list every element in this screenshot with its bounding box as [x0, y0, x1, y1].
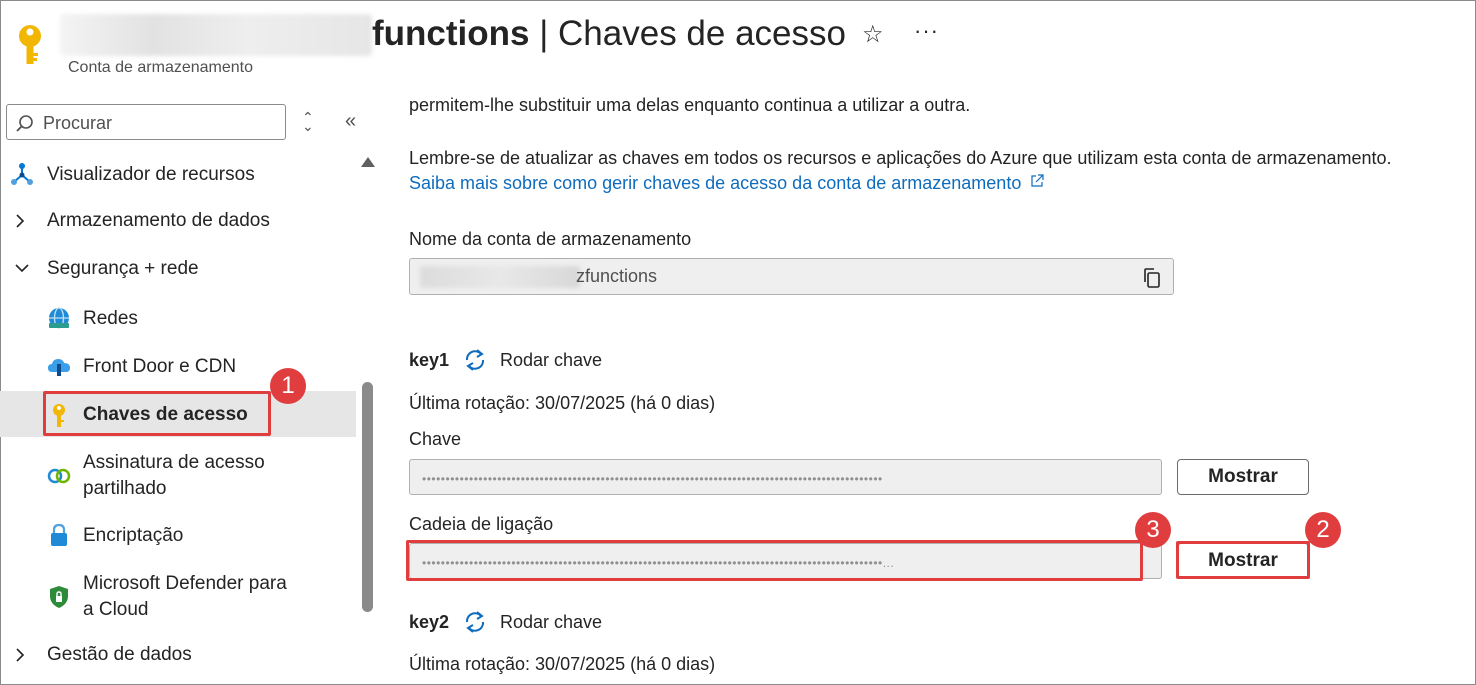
key2-last-rotation: Última rotação: 30/07/2025 (há 0 dias): [409, 654, 716, 674]
defender-icon: [50, 586, 68, 608]
key1-last-rotation: Última rotação: 30/07/2025 (há 0 dias): [409, 393, 716, 413]
annotation-badge-2: 2: [1305, 512, 1341, 548]
key1-key-label: Chave: [409, 429, 462, 449]
sidebar-item-label-line2: partilhado: [83, 478, 167, 499]
scrollbar-thumb[interactable]: [362, 382, 373, 612]
key1-key-field[interactable]: ••••••••••••••••••••••••••••••••••••••••…: [409, 459, 1162, 495]
front-door-icon: [48, 359, 70, 376]
sidebar-item-label: Segurança + rede: [47, 258, 199, 279]
annotation-badge-3: 3: [1135, 512, 1171, 548]
sidebar-item-label: Microsoft Defender para: [83, 573, 287, 594]
sidebar-item-label: Front Door e CDN: [83, 356, 237, 377]
sidebar-item-encryption[interactable]: Encriptação: [0, 523, 356, 549]
rotate-key2-icon[interactable]: [462, 609, 488, 635]
learn-more-link[interactable]: Saiba mais sobre como gerir chaves de ac…: [409, 173, 1044, 194]
account-name-value: zfunctions: [576, 266, 658, 286]
sidebar-item-defender[interactable]: Microsoft Defender para a Cloud: [0, 571, 356, 623]
chevron-right-icon: [16, 214, 25, 228]
rotate-key1-icon[interactable]: [462, 347, 488, 373]
annotation-highlight-show-button: [1176, 541, 1310, 579]
key1-key-value: ••••••••••••••••••••••••••••••••••••••••…: [422, 472, 883, 486]
chevron-down-icon: [15, 264, 29, 273]
sidebar-item-label: Armazenamento de dados: [47, 210, 270, 231]
copy-icon[interactable]: [1142, 267, 1162, 289]
key1-connection-string-label: Cadeia de ligação: [409, 514, 554, 534]
sidebar-item-networking[interactable]: Redes: [0, 306, 356, 332]
redacted-account-name: [60, 14, 372, 56]
resource-visualizer-icon: [11, 163, 33, 185]
sidebar-item-label: Visualizador de recursos: [47, 164, 255, 185]
sidebar-item-resource-visualizer[interactable]: Visualizador de recursos: [0, 162, 356, 188]
rotate-key2-button[interactable]: Rodar chave: [500, 612, 602, 633]
reminder-text: Lembre-se de atualizar as chaves em todo…: [409, 148, 1392, 168]
more-options-icon[interactable]: ···: [914, 18, 939, 44]
annotation-highlight-connection-string: [406, 540, 1143, 581]
lock-icon: [51, 523, 67, 546]
search-icon: [16, 115, 33, 132]
key2-title: key2: [409, 612, 450, 632]
sidebar-item-shared-access-signature[interactable]: Assinatura de acesso partilhado: [0, 450, 356, 502]
account-name-label: Nome da conta de armazenamento: [409, 229, 692, 249]
key1-title: key1: [409, 350, 450, 370]
collapse-sidebar-icon[interactable]: «: [345, 110, 356, 133]
favorite-star-icon[interactable]: ☆: [862, 20, 884, 49]
networking-icon: [49, 307, 69, 329]
sidebar-item-label: Redes: [83, 308, 138, 329]
show-key1-button[interactable]: Mostrar: [1177, 459, 1309, 495]
account-name-field[interactable]: zfunctions: [409, 258, 1174, 295]
sidebar-item-label-line2: a Cloud: [83, 599, 149, 620]
sidebar-group-data-storage[interactable]: Armazenamento de dados: [0, 208, 356, 234]
intro-text: permitem-lhe substituir uma delas enquan…: [409, 95, 971, 115]
page-title: functions | Chaves de acesso: [372, 14, 846, 53]
key-icon: [19, 25, 41, 64]
sas-icon: [47, 468, 71, 484]
search-input[interactable]: [41, 111, 277, 135]
sort-updown-icon[interactable]: ⌃ ⌄: [302, 110, 314, 133]
rotate-key1-button[interactable]: Rodar chave: [500, 350, 602, 371]
sidebar-item-label: Gestão de dados: [47, 644, 192, 665]
sidebar-item-label: Assinatura de acesso: [83, 452, 265, 473]
redacted-prefix: [420, 266, 580, 288]
sidebar-search[interactable]: [6, 104, 286, 140]
sidebar-group-data-management[interactable]: Gestão de dados: [0, 642, 356, 668]
annotation-badge-1: 1: [270, 368, 306, 404]
sidebar-group-security-network[interactable]: Segurança + rede: [0, 256, 356, 282]
sidebar-item-label: Encriptação: [83, 525, 184, 546]
annotation-highlight-access-keys: [43, 391, 271, 436]
scroll-up-arrow-icon[interactable]: [361, 157, 375, 167]
resource-type-subtitle: Conta de armazenamento: [68, 59, 253, 76]
external-link-icon: [1031, 174, 1044, 187]
chevron-right-icon: [16, 648, 25, 662]
